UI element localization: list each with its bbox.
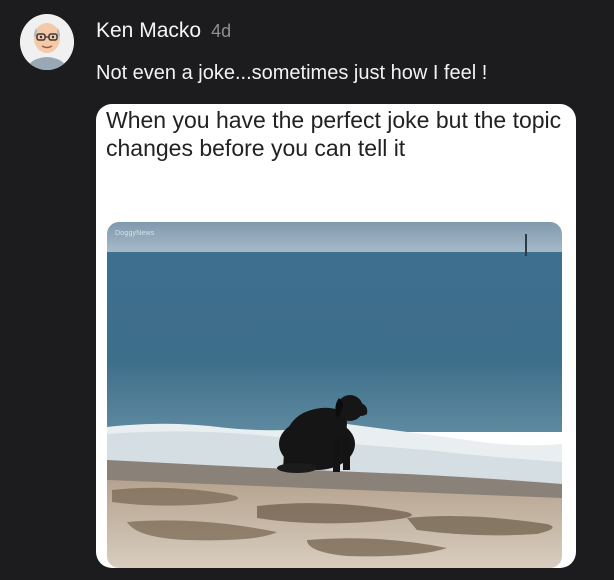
post-timestamp: 4d <box>211 21 232 41</box>
bitmoji-avatar-icon <box>20 15 74 70</box>
image-attachment[interactable]: When you have the perfect joke but the t… <box>96 104 576 568</box>
author-name[interactable]: Ken Macko <box>96 19 201 43</box>
post-message: Not even a joke...sometimes just how I f… <box>96 62 488 84</box>
meme-caption: When you have the perfect joke but the t… <box>106 107 562 161</box>
photo-watermark: DoggyNews <box>115 230 155 237</box>
post-header: Ken Macko 4d <box>96 19 231 43</box>
dog-on-beach-image: DoggyNews <box>107 222 562 568</box>
user-avatar[interactable] <box>20 14 74 70</box>
beach-photo-graphic <box>107 222 562 568</box>
message-post: Ken Macko 4d Not even a joke...sometimes… <box>0 0 614 580</box>
